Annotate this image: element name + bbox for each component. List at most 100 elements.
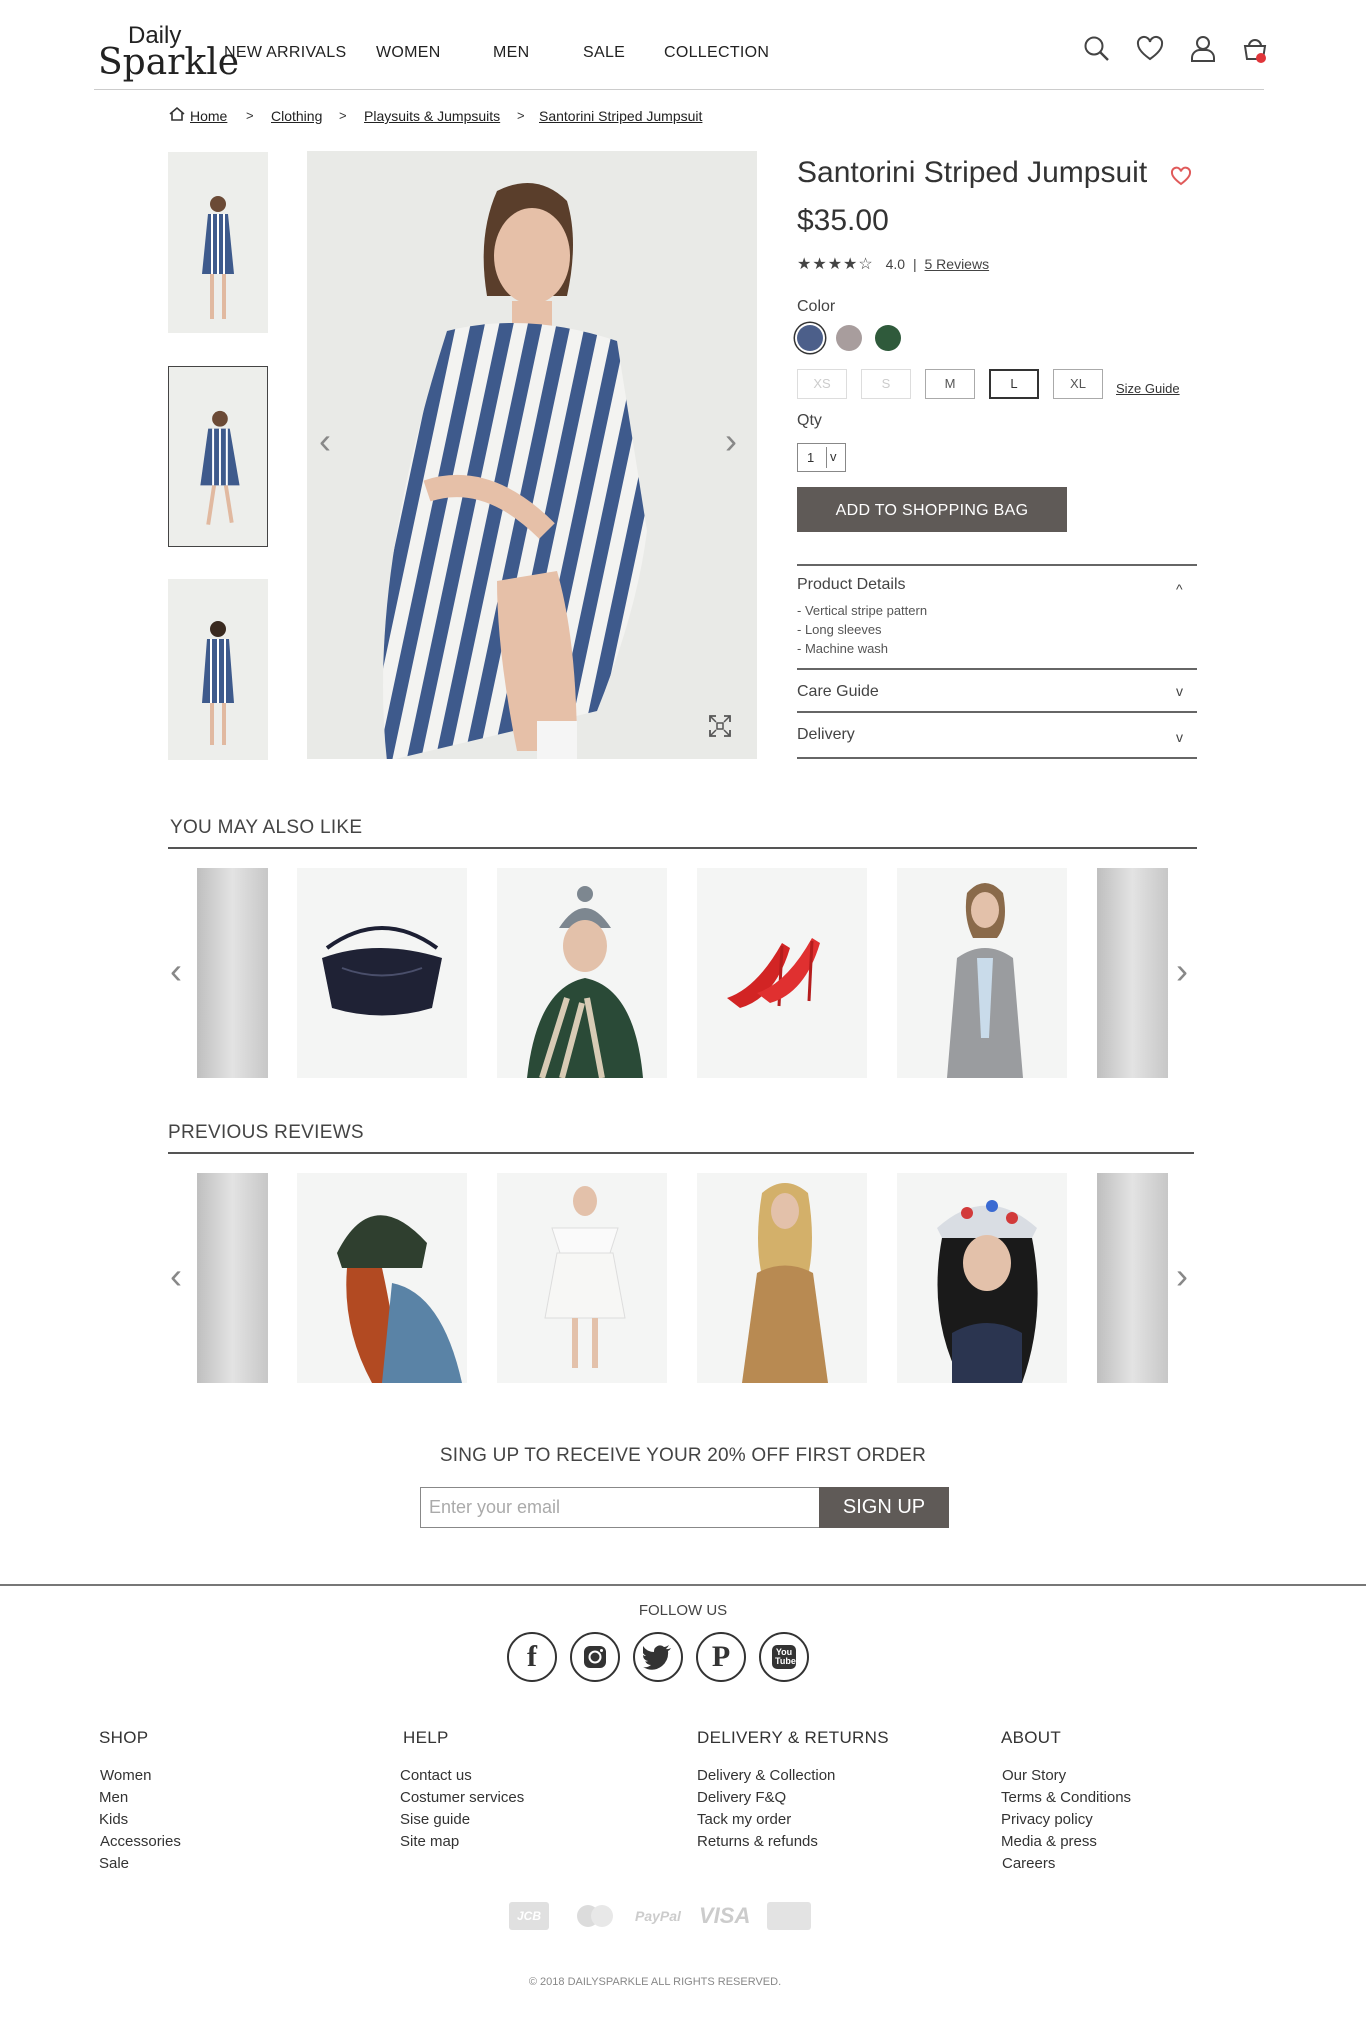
handbag-illustration — [322, 926, 442, 1016]
chevron-up-icon[interactable]: ^ — [1176, 581, 1183, 597]
product-main-image[interactable]: ‹ › — [307, 151, 757, 759]
instagram-icon[interactable] — [570, 1632, 620, 1682]
size-option-xs[interactable]: XS — [797, 369, 847, 399]
footer-link[interactable]: Privacy policy — [1001, 1811, 1093, 1828]
footer-link[interactable]: Terms & Conditions — [1001, 1789, 1131, 1806]
nav-men[interactable]: MEN — [493, 44, 529, 62]
review-card-4[interactable] — [897, 1173, 1067, 1383]
footer-divider — [0, 1584, 1366, 1586]
facebook-icon[interactable]: f — [507, 1632, 557, 1682]
section-title-reviews: PREVIOUS REVIEWS — [168, 1122, 364, 1143]
footer-link[interactable]: Men — [99, 1789, 128, 1806]
chevron-down-icon[interactable]: v — [1176, 683, 1183, 699]
footer-link[interactable]: Media & press — [1001, 1833, 1097, 1850]
brand-logo[interactable]: Daily Sparkle — [98, 22, 239, 83]
image-prev-arrow[interactable]: ‹ — [319, 423, 331, 459]
review-photo-green-beanie — [337, 1215, 462, 1383]
expand-fullscreen-icon[interactable] — [707, 713, 733, 739]
jcb-payment-icon: JCB — [509, 1902, 549, 1930]
carousel-next-arrow[interactable]: › — [1176, 953, 1188, 989]
review-card-1[interactable] — [297, 1173, 467, 1383]
nav-women[interactable]: WOMEN — [376, 44, 441, 62]
email-input[interactable] — [420, 1487, 820, 1528]
reviews-link[interactable]: 5 Reviews — [925, 256, 990, 272]
reviews-prev-arrow[interactable]: ‹ — [170, 1258, 182, 1294]
woman-grey-coat-illustration — [947, 883, 1023, 1078]
footer-link[interactable]: Delivery F&Q — [697, 1789, 786, 1806]
thumbnail-figure-walking — [200, 410, 240, 525]
user-account-icon[interactable] — [1188, 34, 1218, 64]
product-card-beanie-sweater[interactable] — [497, 868, 667, 1078]
size-guide-link[interactable]: Size Guide — [1116, 381, 1180, 396]
chevron-down-icon[interactable]: v — [1176, 729, 1183, 745]
footer-link[interactable]: Sise guide — [400, 1811, 470, 1828]
nav-new-arrivals[interactable]: NEW ARRIVALS — [224, 44, 346, 62]
amex-payment-icon — [767, 1902, 811, 1930]
breadcrumb-current[interactable]: Santorini Striped Jumpsuit — [539, 108, 702, 124]
footer-link[interactable]: Women — [100, 1767, 151, 1784]
red-heels-illustration — [727, 938, 820, 1008]
review-card-3[interactable] — [697, 1173, 867, 1383]
footer-link[interactable]: Contact us — [400, 1767, 472, 1784]
qty-divider — [826, 447, 827, 468]
twitter-icon[interactable] — [633, 1632, 683, 1682]
nav-sale[interactable]: SALE — [583, 44, 625, 62]
review-card-2[interactable] — [497, 1173, 667, 1383]
product-card-grey-coat[interactable] — [897, 868, 1067, 1078]
youtube-icon[interactable]: You Tube — [759, 1632, 809, 1682]
product-thumbnail-2[interactable] — [168, 366, 268, 547]
home-icon[interactable] — [168, 106, 186, 122]
facebook-glyph: f — [527, 1640, 537, 1673]
wishlist-heart-icon[interactable] — [1135, 34, 1165, 64]
nav-collection[interactable]: COLLECTION — [664, 44, 769, 62]
carousel-edge-placeholder — [197, 1173, 268, 1383]
footer-link[interactable]: Careers — [1002, 1855, 1055, 1872]
footer-link[interactable]: Delivery & Collection — [697, 1767, 835, 1784]
accordion-product-details-header[interactable]: Product Details — [797, 576, 906, 594]
footer-link[interactable]: Site map — [400, 1833, 459, 1850]
color-swatch-green[interactable] — [875, 325, 901, 351]
footer-col-shop-title: SHOP — [99, 1728, 149, 1747]
footer-link[interactable]: Our Story — [1002, 1767, 1066, 1784]
add-to-shopping-bag-button[interactable]: ADD TO SHOPPING BAG — [797, 487, 1067, 532]
add-to-wishlist-heart-icon[interactable] — [1170, 166, 1192, 186]
product-card-red-heels[interactable] — [697, 868, 867, 1078]
breadcrumb-sep: > — [246, 108, 254, 123]
section-divider — [168, 847, 1197, 849]
rating-value: 4.0 — [885, 256, 906, 272]
accordion-divider — [797, 711, 1197, 713]
footer-link[interactable]: Costumer services — [400, 1789, 524, 1806]
color-label: Color — [797, 298, 836, 315]
size-option-l[interactable]: L — [989, 369, 1039, 399]
footer-link[interactable]: Tack my order — [697, 1811, 791, 1828]
footer-link[interactable]: Returns & refunds — [697, 1833, 818, 1850]
carousel-prev-arrow[interactable]: ‹ — [170, 953, 182, 989]
mastercard-payment-icon — [572, 1902, 618, 1930]
shopping-bag-icon[interactable] — [1240, 34, 1270, 64]
product-thumbnail-3[interactable] — [168, 579, 268, 760]
product-card-bag[interactable] — [297, 868, 467, 1078]
color-swatch-taupe[interactable] — [836, 325, 862, 351]
qty-select[interactable]: 1 v — [797, 443, 846, 472]
size-option-s[interactable]: S — [861, 369, 911, 399]
size-option-m[interactable]: M — [925, 369, 975, 399]
reviews-next-arrow[interactable]: › — [1176, 1258, 1188, 1294]
color-swatch-blue[interactable] — [797, 325, 823, 351]
breadcrumb-home[interactable]: Home — [190, 108, 227, 124]
footer-link[interactable]: Sale — [99, 1855, 129, 1872]
accordion-care-guide-header[interactable]: Care Guide — [797, 683, 879, 701]
breadcrumb-playsuits[interactable]: Playsuits & Jumpsuits — [364, 108, 500, 124]
footer-link[interactable]: Kids — [99, 1811, 128, 1828]
pinterest-icon[interactable]: P — [696, 1632, 746, 1682]
search-icon[interactable] — [1082, 34, 1112, 64]
signup-button[interactable]: SIGN UP — [819, 1487, 949, 1528]
header-divider — [94, 89, 1264, 90]
review-photo-floral-cap — [937, 1200, 1038, 1383]
size-option-xl[interactable]: XL — [1053, 369, 1103, 399]
footer-link[interactable]: Accessories — [100, 1833, 181, 1850]
image-next-arrow[interactable]: › — [725, 423, 737, 459]
carousel-edge-placeholder — [1097, 868, 1168, 1078]
accordion-delivery-header[interactable]: Delivery — [797, 726, 855, 744]
breadcrumb-clothing[interactable]: Clothing — [271, 108, 322, 124]
product-thumbnail-1[interactable] — [168, 152, 268, 333]
